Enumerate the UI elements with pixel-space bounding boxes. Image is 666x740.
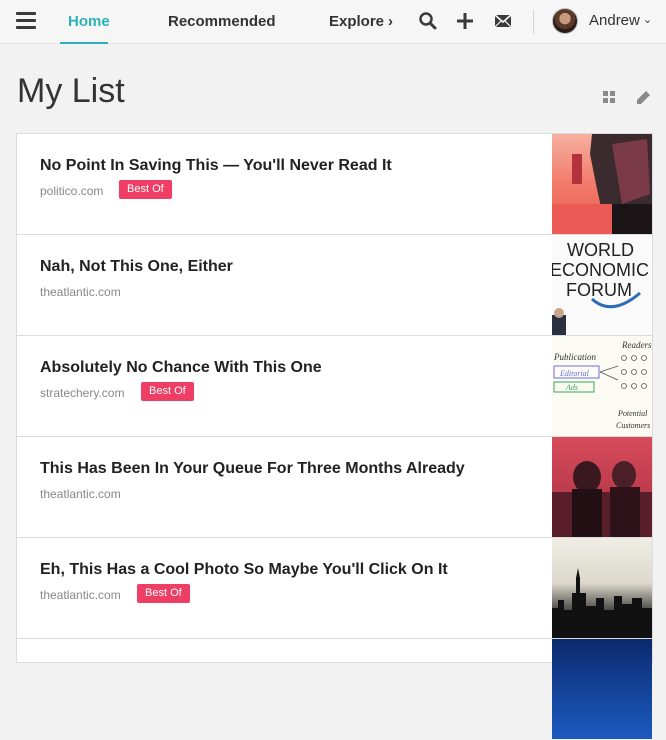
search-icon[interactable]: [418, 11, 438, 31]
list-item[interactable]: [17, 639, 652, 740]
saved-items-list: No Point In Saving This — You'll Never R…: [16, 133, 653, 739]
item-thumbnail: Publication Readers Editorial Ads Potent…: [552, 336, 652, 436]
item-thumbnail: [552, 538, 652, 638]
nav-explore[interactable]: Explore ›: [329, 13, 393, 30]
thumb-diagram-ads: Ads: [565, 383, 578, 392]
edit-icon[interactable]: [634, 88, 652, 106]
list-item[interactable]: Eh, This Has a Cool Photo So Maybe You'l…: [17, 538, 652, 639]
thumb-wef-line3: FORUM: [566, 280, 632, 300]
top-nav-bar: Home Recommended Explore › Andrew ⌄: [0, 0, 666, 44]
list-item[interactable]: Nah, Not This One, Either theatlantic.co…: [17, 235, 652, 336]
nav-recommended[interactable]: Recommended: [168, 13, 276, 30]
list-item[interactable]: No Point In Saving This — You'll Never R…: [17, 134, 652, 235]
thumb-diagram-publication: Publication: [553, 352, 596, 362]
thumb-wef-line2: ECONOMIC: [552, 260, 649, 280]
thumb-diagram-editorial: Editorial: [559, 369, 590, 378]
best-of-badge: Best Of: [141, 382, 194, 401]
add-icon[interactable]: [455, 11, 475, 31]
item-domain: theatlantic.com: [40, 487, 121, 501]
thumb-wef-line1: WORLD: [567, 240, 634, 260]
mail-icon[interactable]: [493, 11, 513, 31]
item-title[interactable]: Nah, Not This One, Either: [40, 258, 233, 276]
item-title[interactable]: No Point In Saving This — You'll Never R…: [40, 157, 392, 175]
best-of-badge: Best Of: [137, 584, 190, 603]
item-domain: theatlantic.com: [40, 588, 121, 602]
nav-home[interactable]: Home: [68, 13, 110, 30]
list-item[interactable]: This Has Been In Your Queue For Three Mo…: [17, 437, 652, 538]
nav-home-underline: [60, 42, 108, 44]
menu-icon[interactable]: [16, 12, 36, 30]
thumb-diagram-readers: Readers: [621, 340, 652, 350]
chevron-right-icon: ›: [388, 13, 394, 30]
item-domain: politico.com: [40, 184, 104, 198]
item-thumbnail: [552, 134, 652, 234]
item-thumbnail: [552, 437, 652, 537]
item-domain: theatlantic.com: [40, 285, 121, 299]
item-thumbnail: WORLD ECONOMIC FORUM: [552, 235, 652, 335]
grid-view-icon[interactable]: [603, 91, 616, 104]
nav-explore-label: Explore: [329, 13, 385, 30]
user-name[interactable]: Andrew: [589, 12, 640, 29]
item-thumbnail: [552, 639, 652, 739]
chevron-down-icon[interactable]: ⌄: [643, 13, 652, 26]
item-title[interactable]: This Has Been In Your Queue For Three Mo…: [40, 460, 465, 478]
list-item[interactable]: Absolutely No Chance With This One strat…: [17, 336, 652, 437]
nav-divider: [533, 10, 534, 34]
thumb-diagram-potential: Potential: [617, 409, 648, 418]
item-domain: stratechery.com: [40, 386, 125, 400]
thumb-diagram-customers: Customers: [616, 421, 650, 430]
avatar[interactable]: [552, 8, 578, 34]
item-title[interactable]: Eh, This Has a Cool Photo So Maybe You'l…: [40, 561, 448, 579]
best-of-badge: Best Of: [119, 180, 172, 199]
page-title: My List: [17, 72, 125, 110]
item-title[interactable]: Absolutely No Chance With This One: [40, 359, 322, 377]
